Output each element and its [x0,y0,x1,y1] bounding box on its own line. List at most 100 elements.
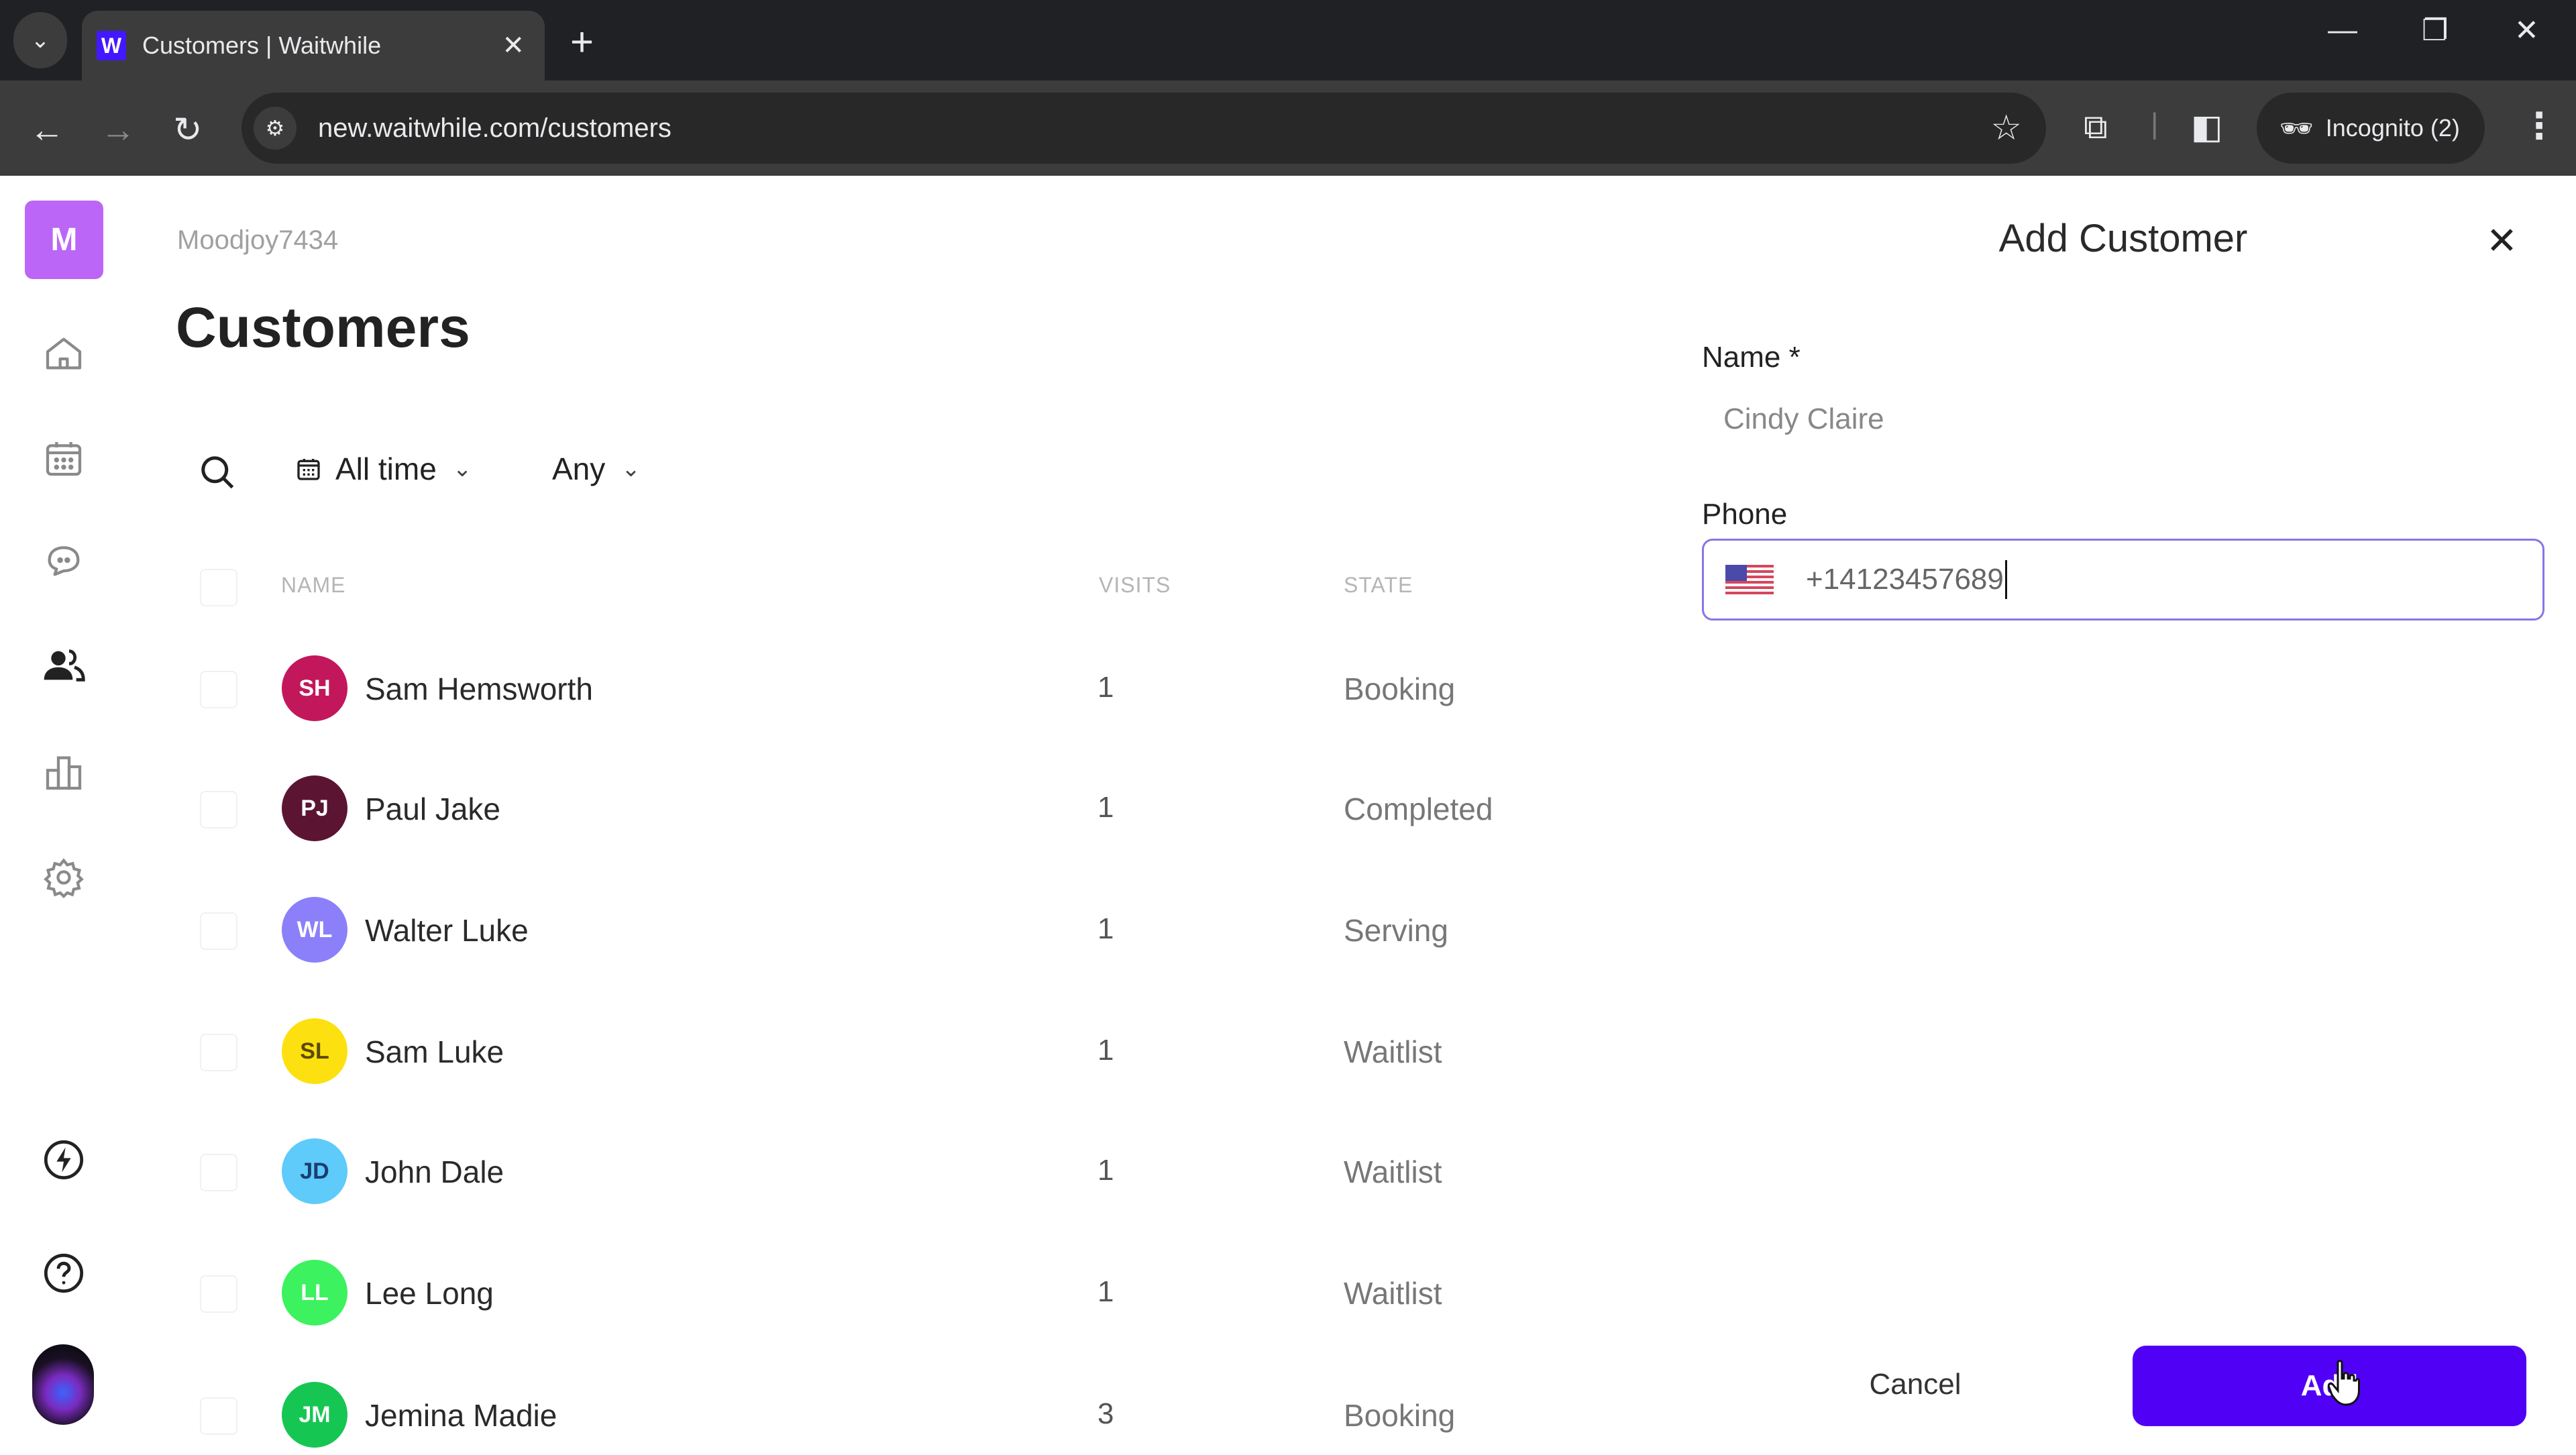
tab-close-icon[interactable]: ✕ [502,30,525,61]
search-icon [201,456,234,489]
chat-icon [48,546,80,576]
cancel-button[interactable]: Cancel [1838,1360,1992,1409]
us-flag-icon[interactable] [1725,565,1774,594]
customer-visits: 1 [1097,912,1114,945]
chevron-down-icon: ⌄ [621,456,641,482]
avatar: JD [282,1138,347,1204]
avatar: LL [282,1260,347,1326]
customer-state: Completed [1344,792,1493,826]
forward-icon[interactable]: → [101,110,136,150]
incognito-icon: 🕶 [2279,113,2314,144]
row-checkbox[interactable] [200,1154,237,1191]
address-bar[interactable]: ⚙ new.waitwhile.com/customers ☆ [241,93,2046,164]
customer-visits: 1 [1097,671,1114,704]
search-button[interactable] [197,452,237,492]
reload-icon[interactable]: ↻ [173,110,203,150]
close-icon[interactable]: ✕ [2486,219,2518,263]
select-all-checkbox[interactable] [200,569,237,606]
sidebar-item-home[interactable] [37,327,91,380]
avatar: SH [282,655,347,721]
avatar: JM [282,1382,347,1448]
column-header-name[interactable]: NAME [281,573,345,598]
customer-name: Jemina Madie [365,1398,557,1433]
panel-title: Add Customer [1998,217,2248,260]
minimize-icon[interactable]: — [2328,13,2357,47]
site-info-icon[interactable]: ⚙ [254,107,297,150]
incognito-indicator[interactable]: 🕶 Incognito (2) [2257,93,2485,164]
table-row[interactable]: PJ Paul Jake 1 Completed [0,768,1610,849]
org-switcher[interactable]: M [25,201,103,279]
name-input[interactable]: Cindy Claire [1723,402,1884,436]
table-row[interactable]: LL Lee Long 1 Waitlist [0,1252,1610,1333]
table-row[interactable]: JD John Dale 1 Waitlist [0,1131,1610,1211]
restore-icon[interactable]: ❐ [2422,13,2448,48]
customer-name: Sam Luke [365,1034,504,1069]
page-title: Customers [176,296,470,359]
avatar: PJ [282,775,347,841]
phone-input[interactable]: +14123457689 [1702,539,2544,621]
chevron-down-icon: ⌄ [452,456,472,482]
customer-visits: 1 [1097,1154,1114,1187]
calendar-icon [46,442,82,476]
avatar: SL [282,1018,347,1084]
bookmark-star-icon[interactable]: ☆ [1990,108,2022,148]
phone-value: +14123457689 [1806,563,2004,596]
toolbar-divider: | [2151,107,2159,140]
browser-menu-icon[interactable]: ⋮ [2521,105,2557,147]
customer-state: Waitlist [1344,1034,1442,1069]
row-checkbox[interactable] [200,912,237,950]
state-filter-value: Any [552,451,606,486]
customer-name: John Dale [365,1154,504,1189]
back-icon[interactable]: ← [30,110,64,150]
column-header-state[interactable]: STATE [1344,573,1413,598]
window-close-icon[interactable]: ✕ [2514,13,2539,48]
customer-state: Waitlist [1344,1276,1442,1311]
hand-cursor-icon [2328,1360,2360,1406]
table-row[interactable]: WL Walter Luke 1 Serving [0,890,1610,970]
row-checkbox[interactable] [200,671,237,708]
customer-name: Paul Jake [365,792,501,826]
state-filter[interactable]: Any ⌄ [552,451,641,487]
calendar-icon [297,459,320,480]
tab-search-button[interactable]: ⌄ [13,12,67,68]
column-header-visits[interactable]: VISITS [1099,573,1171,598]
customer-state: Booking [1344,1398,1456,1433]
customer-visits: 3 [1097,1397,1114,1430]
table-row[interactable]: SL Sam Luke 1 Waitlist [0,1011,1610,1091]
customer-state: Serving [1344,913,1448,948]
side-panel-icon[interactable]: ◧ [2191,107,2222,146]
sidebar-item-messages[interactable] [37,533,91,587]
customer-visits: 1 [1097,791,1114,824]
url-text[interactable]: new.waitwhile.com/customers [318,113,1990,144]
waitwhile-favicon-icon: W [97,31,126,60]
customer-state: Waitlist [1344,1154,1442,1189]
text-caret [2004,560,2007,599]
browser-tab-bar: ⌄ W Customers | Waitwhile ✕ + — ❐ ✕ [0,0,2576,80]
customer-name: Lee Long [365,1276,494,1311]
customer-visits: 1 [1097,1034,1114,1067]
name-label: Name * [1702,341,1801,374]
row-checkbox[interactable] [200,1034,237,1071]
phone-label: Phone [1702,498,1788,531]
customer-name: Walter Luke [365,913,529,948]
row-checkbox[interactable] [200,791,237,828]
tab-title: Customers | Waitwhile [142,32,382,59]
browser-toolbar: ← → ↻ ⚙ new.waitwhile.com/customers ☆ ⧉ … [0,80,2576,176]
org-name: Moodjoy7434 [177,225,339,255]
row-checkbox[interactable] [200,1275,237,1313]
row-checkbox[interactable] [200,1397,237,1435]
date-range-filter[interactable]: All time ⌄ [295,451,472,487]
sidebar-item-calendar[interactable] [37,431,91,485]
customer-name: Sam Hemsworth [365,671,593,706]
new-tab-button[interactable]: + [570,19,594,65]
browser-tab-active[interactable]: W Customers | Waitwhile ✕ [82,11,545,80]
incognito-label: Incognito (2) [2325,114,2460,142]
home-icon [46,337,82,370]
customer-visits: 1 [1097,1275,1114,1308]
customer-state: Booking [1344,671,1456,706]
extensions-icon[interactable]: ⧉ [2084,107,2108,147]
table-row[interactable]: SH Sam Hemsworth 1 Booking [0,648,1610,729]
table-row[interactable]: JM Jemina Madie 3 Booking [0,1375,1610,1455]
avatar: WL [282,897,347,963]
date-range-value: All time [335,451,437,486]
